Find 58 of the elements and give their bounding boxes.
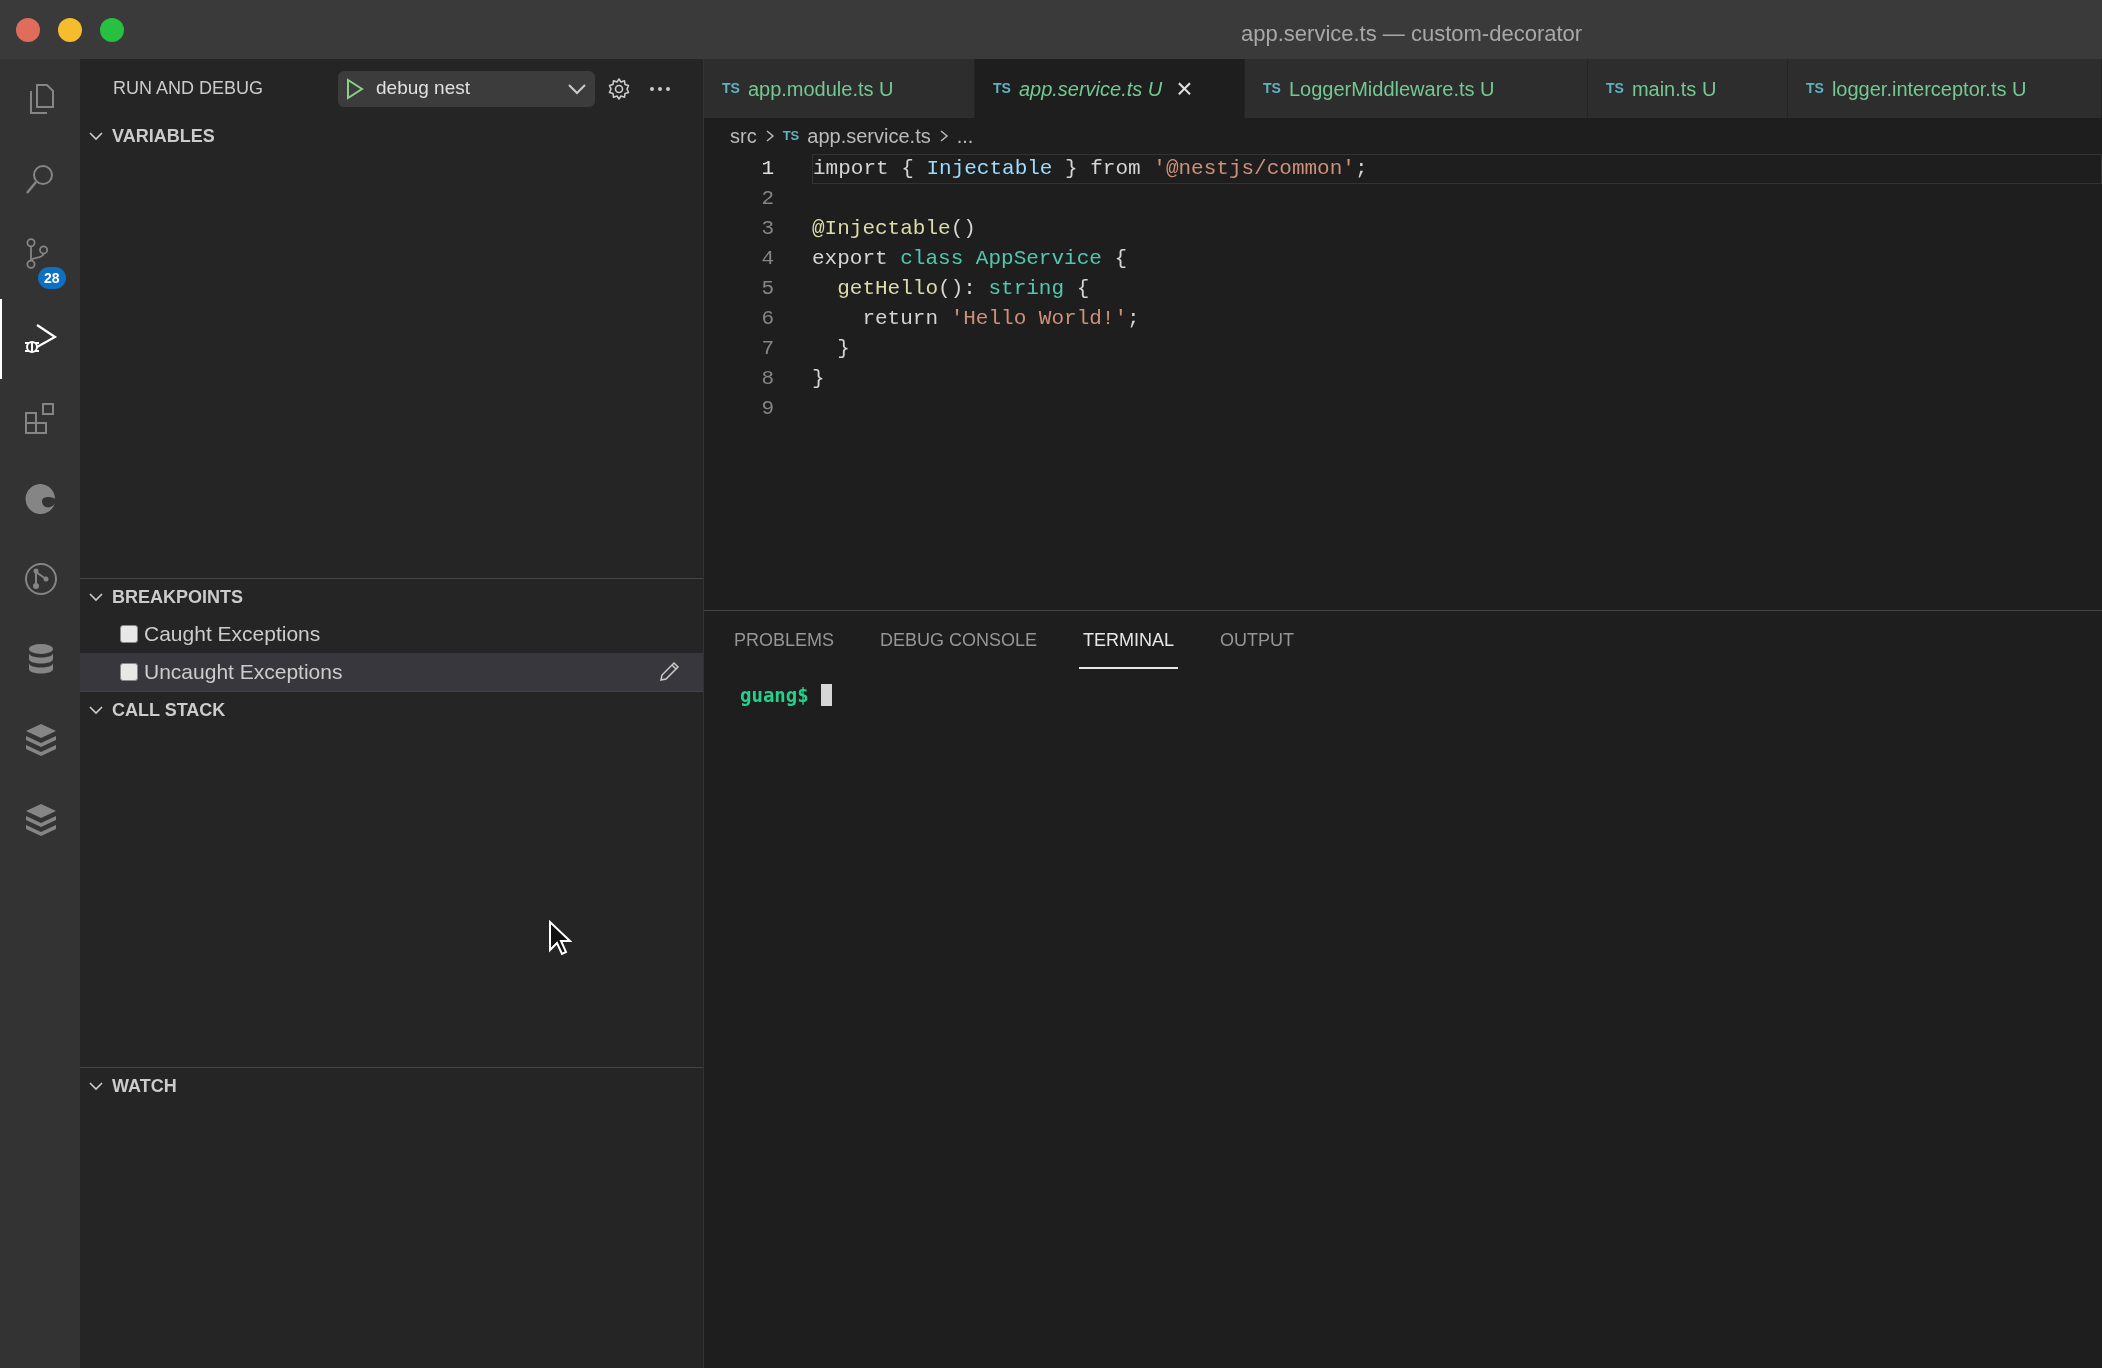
typescript-file-icon: TS: [993, 78, 1011, 99]
branch-circle-icon[interactable]: [23, 561, 59, 597]
typescript-file-icon: TS: [722, 78, 740, 99]
sidebar-title: RUN AND DEBUG: [113, 77, 265, 100]
section-header[interactable]: CALL STACK: [80, 692, 703, 728]
code-line: getHello(): string {: [836, 276, 1090, 303]
line-number: 7: [760, 336, 774, 363]
editor-tab[interactable]: TS app.service.ts U ×: [975, 59, 1245, 118]
breadcrumb-item[interactable]: TS app.service.ts: [782, 121, 931, 151]
chevron-right-icon: [938, 129, 949, 143]
line-number: 8: [760, 366, 774, 393]
count-badge: 28: [38, 267, 66, 289]
line-number: 1: [760, 156, 774, 183]
settings-icon[interactable]: [607, 76, 631, 101]
line-number: 5: [760, 276, 774, 303]
minimize-window-button[interactable]: [58, 17, 82, 42]
typescript-file-icon: TS: [1263, 78, 1281, 99]
terminal-prompt: guang$: [740, 683, 809, 708]
stacked-layers-icon[interactable]: [23, 801, 59, 837]
zoom-window-button[interactable]: [100, 17, 124, 42]
checkbox[interactable]: [120, 625, 138, 643]
edit-icon[interactable]: [657, 660, 681, 684]
line-number: 2: [760, 186, 774, 213]
line-number: 6: [760, 306, 774, 333]
more-icon[interactable]: [649, 85, 671, 92]
line-number: 3: [760, 216, 774, 243]
chevron-right-icon: [764, 129, 775, 143]
line-number: 9: [760, 396, 774, 423]
checkbox[interactable]: [120, 663, 138, 681]
breadcrumb-item[interactable]: src: [730, 121, 757, 151]
breakpoint-row[interactable]: Caught Exceptions: [80, 615, 703, 653]
panel-tab[interactable]: TERMINAL: [1079, 614, 1179, 669]
panel-tab[interactable]: DEBUG CONSOLE: [876, 614, 1042, 669]
close-window-button[interactable]: [16, 17, 40, 42]
code-line: return 'Hello World!';: [861, 306, 1140, 333]
code-line: import { Injectable } from '@nestjs/common';: [813, 156, 1368, 183]
code-line: }: [836, 336, 850, 363]
panel-tab[interactable]: PROBLEMS: [730, 614, 839, 669]
panel-tab[interactable]: OUTPUT: [1216, 614, 1299, 669]
terminal-cursor: [820, 684, 832, 707]
window-title: app.service.ts — custom-decorator: [1241, 20, 1583, 48]
code-line: export class AppService {: [812, 246, 1128, 273]
breadcrumb-item[interactable]: ...: [956, 121, 974, 151]
mouse-cursor-icon: [548, 920, 572, 956]
code-line: @Injectable(): [812, 216, 976, 243]
close-tab-button[interactable]: ×: [1176, 74, 1193, 103]
typescript-file-icon: TS: [1806, 78, 1824, 99]
line-number: 4: [760, 246, 774, 273]
breakpoint-row[interactable]: Uncaught Exceptions: [80, 653, 703, 691]
section-header[interactable]: WATCH: [80, 1068, 703, 1104]
chevron-down-icon: [567, 82, 587, 95]
section-header[interactable]: VARIABLES: [80, 118, 703, 154]
launch-config-dropdown[interactable]: debug nest: [338, 70, 595, 107]
section-header[interactable]: BREAKPOINTS: [80, 579, 703, 615]
code-line: }: [812, 366, 825, 393]
stacked-layers-icon[interactable]: [23, 721, 59, 757]
typescript-file-icon: TS: [1606, 78, 1624, 99]
play-icon: [346, 77, 364, 100]
